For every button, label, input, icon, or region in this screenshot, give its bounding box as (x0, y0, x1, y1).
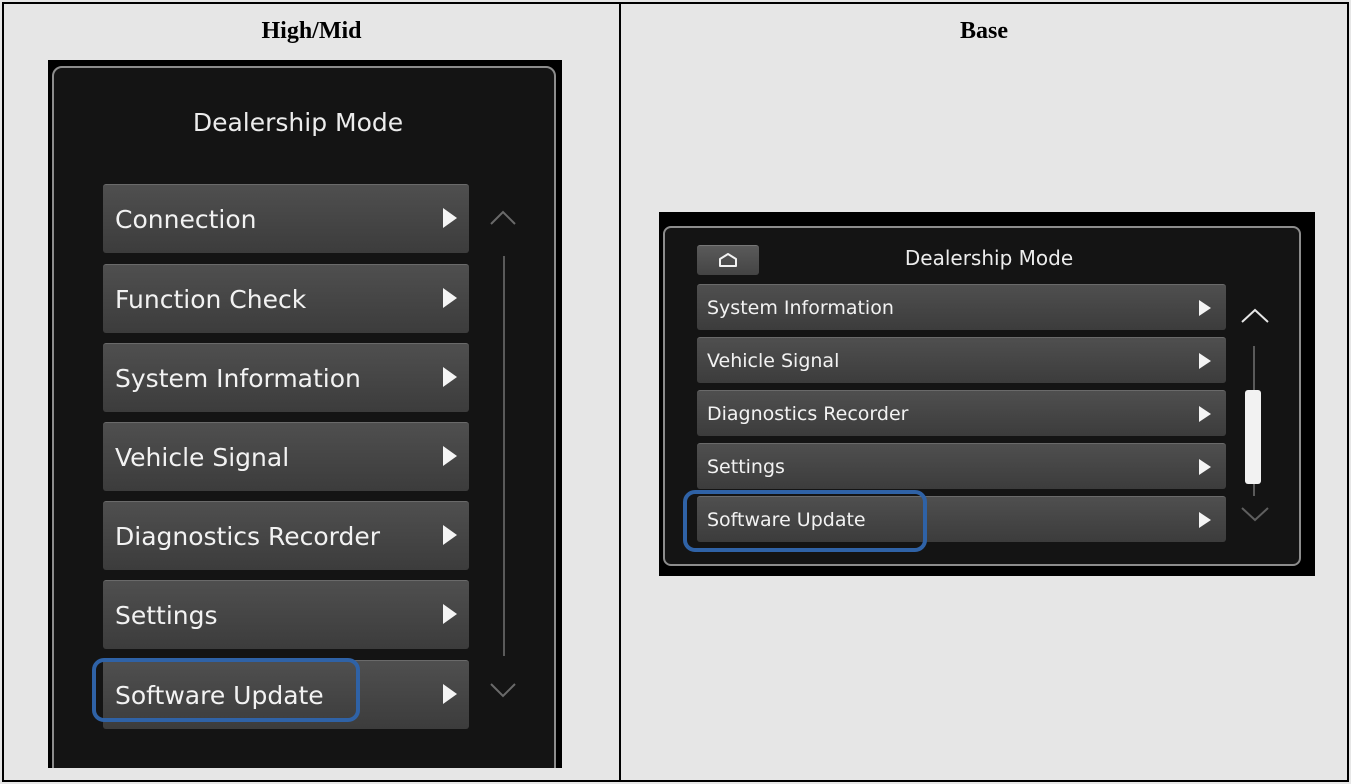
scrollbar-track[interactable] (503, 256, 505, 656)
menu-item-label: Function Check (115, 285, 307, 314)
menu-item-system-information[interactable]: System Information (103, 343, 469, 412)
screen-title: Dealership Mode (904, 246, 1074, 270)
chevron-up-icon[interactable] (488, 208, 518, 228)
triangle-right-icon (443, 288, 457, 308)
software-update-highlight (92, 658, 360, 722)
menu-item-connection[interactable]: Connection (103, 184, 469, 253)
menu-item-label: System Information (115, 364, 361, 393)
menu-item-label: System Information (707, 297, 894, 319)
triangle-right-icon (443, 684, 457, 704)
menu-item-label: Settings (115, 601, 218, 630)
menu-item-system-information[interactable]: System Information (697, 284, 1226, 330)
menu-item-label: Connection (115, 205, 257, 234)
triangle-right-icon (443, 525, 457, 545)
triangle-right-icon (443, 367, 457, 387)
column-heading-base: Base (960, 18, 1008, 44)
chevron-down-icon[interactable] (488, 680, 518, 700)
menu-item-label: Vehicle Signal (707, 350, 840, 372)
software-update-highlight (683, 490, 927, 552)
menu-item-label: Diagnostics Recorder (707, 403, 909, 425)
home-button[interactable] (697, 245, 759, 275)
triangle-right-icon (443, 208, 457, 228)
menu-item-settings[interactable]: Settings (697, 443, 1226, 489)
menu-item-label: Vehicle Signal (115, 443, 290, 472)
menu-item-function-check[interactable]: Function Check (103, 264, 469, 333)
base-screen: Dealership Mode System Information Vehic… (659, 212, 1315, 576)
triangle-right-icon (1199, 406, 1211, 422)
high-mid-screen: Dealership Mode Connection Function Chec… (48, 60, 562, 768)
chevron-up-icon[interactable] (1239, 306, 1271, 326)
triangle-right-icon (443, 446, 457, 466)
menu-item-vehicle-signal[interactable]: Vehicle Signal (103, 422, 469, 491)
menu-item-diagnostics-recorder[interactable]: Diagnostics Recorder (697, 390, 1226, 436)
scrollbar-thumb[interactable] (1245, 390, 1261, 484)
triangle-right-icon (1199, 459, 1211, 475)
chevron-down-icon[interactable] (1239, 504, 1271, 524)
comparison-table: High/Mid Base Dealership Mode Connection… (2, 2, 1349, 782)
menu-item-label: Diagnostics Recorder (115, 522, 381, 551)
screen-title: Dealership Mode (192, 108, 404, 137)
triangle-right-icon (443, 604, 457, 624)
column-divider (619, 4, 621, 780)
menu-item-vehicle-signal[interactable]: Vehicle Signal (697, 337, 1226, 383)
column-heading-high-mid: High/Mid (261, 18, 362, 44)
menu-item-label: Settings (707, 456, 785, 478)
triangle-right-icon (1199, 353, 1211, 369)
triangle-right-icon (1199, 300, 1211, 316)
menu-item-settings[interactable]: Settings (103, 580, 469, 649)
home-icon (719, 253, 737, 267)
triangle-right-icon (1199, 512, 1211, 528)
menu-item-diagnostics-recorder[interactable]: Diagnostics Recorder (103, 501, 469, 570)
